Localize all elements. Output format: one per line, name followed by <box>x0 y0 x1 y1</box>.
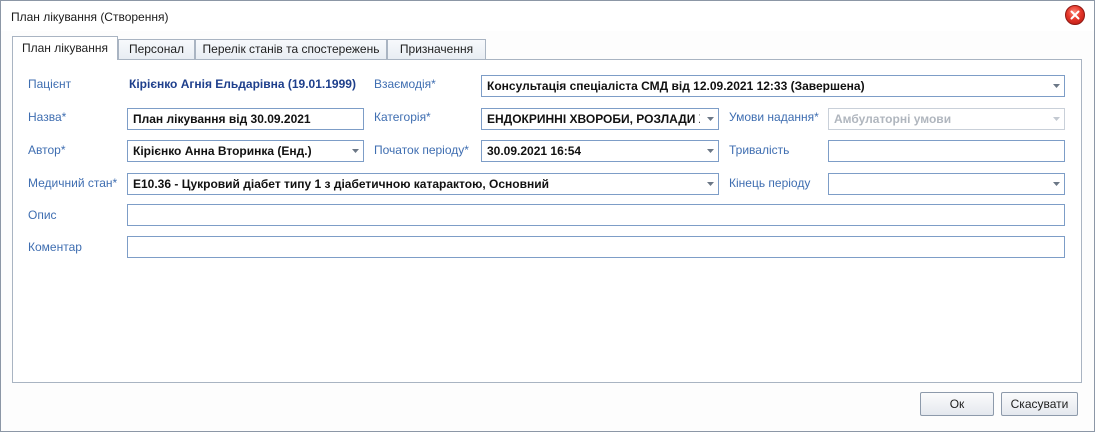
period-start-picker[interactable]: 30.09.2021 16:54 <box>481 140 719 162</box>
conditions-select: Амбулаторні умови <box>828 108 1065 130</box>
close-icon <box>1070 10 1080 20</box>
author-select[interactable]: Кірієнко Анна Вторинка (Енд.) <box>127 140 364 162</box>
tab-prescriptions[interactable]: Призначення <box>387 39 486 59</box>
chevron-down-icon[interactable] <box>347 141 363 161</box>
tab-personnel[interactable]: Персонал <box>118 39 195 59</box>
ok-button[interactable]: Ок <box>920 392 994 416</box>
chevron-down-icon[interactable] <box>702 141 718 161</box>
author-value: Кірієнко Анна Вторинка (Енд.) <box>133 144 312 158</box>
medical-condition-select[interactable]: E10.36 - Цукровий діабет типу 1 з діабет… <box>127 173 719 195</box>
category-select[interactable]: ЕНДОКРИННІ ХВОРОБИ, РОЗЛАДИ ХАРЧУВАННЯ <box>481 108 719 130</box>
comment-label: Коментар <box>28 240 82 254</box>
interaction-value: Консультація спеціаліста СМД від 12.09.2… <box>487 79 865 93</box>
conditions-value: Амбулаторні умови <box>834 112 952 126</box>
cancel-button[interactable]: Скасувати <box>1001 392 1078 416</box>
close-button[interactable] <box>1065 5 1085 25</box>
description-input[interactable] <box>127 204 1065 226</box>
chevron-down-icon[interactable] <box>1048 76 1064 96</box>
description-label: Опис <box>28 208 57 222</box>
medical-condition-label: Медичний стан* <box>28 176 118 190</box>
period-end-label: Кінець періоду <box>729 176 811 190</box>
dialog-window: План лікування (Створення) План лікуванн… <box>0 0 1095 432</box>
author-label: Автор* <box>28 143 66 157</box>
duration-label: Тривалість <box>729 143 790 157</box>
chevron-down-icon[interactable] <box>1048 174 1064 194</box>
name-label: Назва* <box>28 110 67 124</box>
tab-conditions-observations[interactable]: Перелік станів та спостережень <box>195 39 387 59</box>
patient-value: Кірієнко Агнія Ельдарівна (19.01.1999) <box>129 77 356 91</box>
medical-condition-value: E10.36 - Цукровий діабет типу 1 з діабет… <box>133 177 549 191</box>
interaction-select[interactable]: Консультація спеціаліста СМД від 12.09.2… <box>481 75 1065 97</box>
patient-label: Пацієнт <box>28 77 72 91</box>
name-input[interactable]: План лікування від 30.09.2021 <box>127 108 364 130</box>
chevron-down-icon[interactable] <box>702 174 718 194</box>
period-end-picker[interactable] <box>828 173 1065 195</box>
period-start-label: Початок періоду* <box>374 143 469 157</box>
duration-input[interactable] <box>828 140 1065 162</box>
name-value: План лікування від 30.09.2021 <box>133 112 311 126</box>
category-value: ЕНДОКРИННІ ХВОРОБИ, РОЗЛАДИ ХАРЧУВАННЯ <box>487 112 700 126</box>
category-label: Категорія* <box>374 110 431 124</box>
interaction-label: Взаємодія* <box>374 77 436 91</box>
comment-input[interactable] <box>127 236 1065 258</box>
period-start-value: 30.09.2021 16:54 <box>487 144 582 158</box>
chevron-down-icon[interactable] <box>702 109 718 129</box>
chevron-down-icon <box>1048 109 1064 129</box>
title-bar: План лікування (Створення) <box>1 1 1094 31</box>
tab-treatment-plan[interactable]: План лікування <box>12 36 118 60</box>
conditions-label: Умови надання* <box>729 110 819 124</box>
window-title: План лікування (Створення) <box>11 10 169 24</box>
